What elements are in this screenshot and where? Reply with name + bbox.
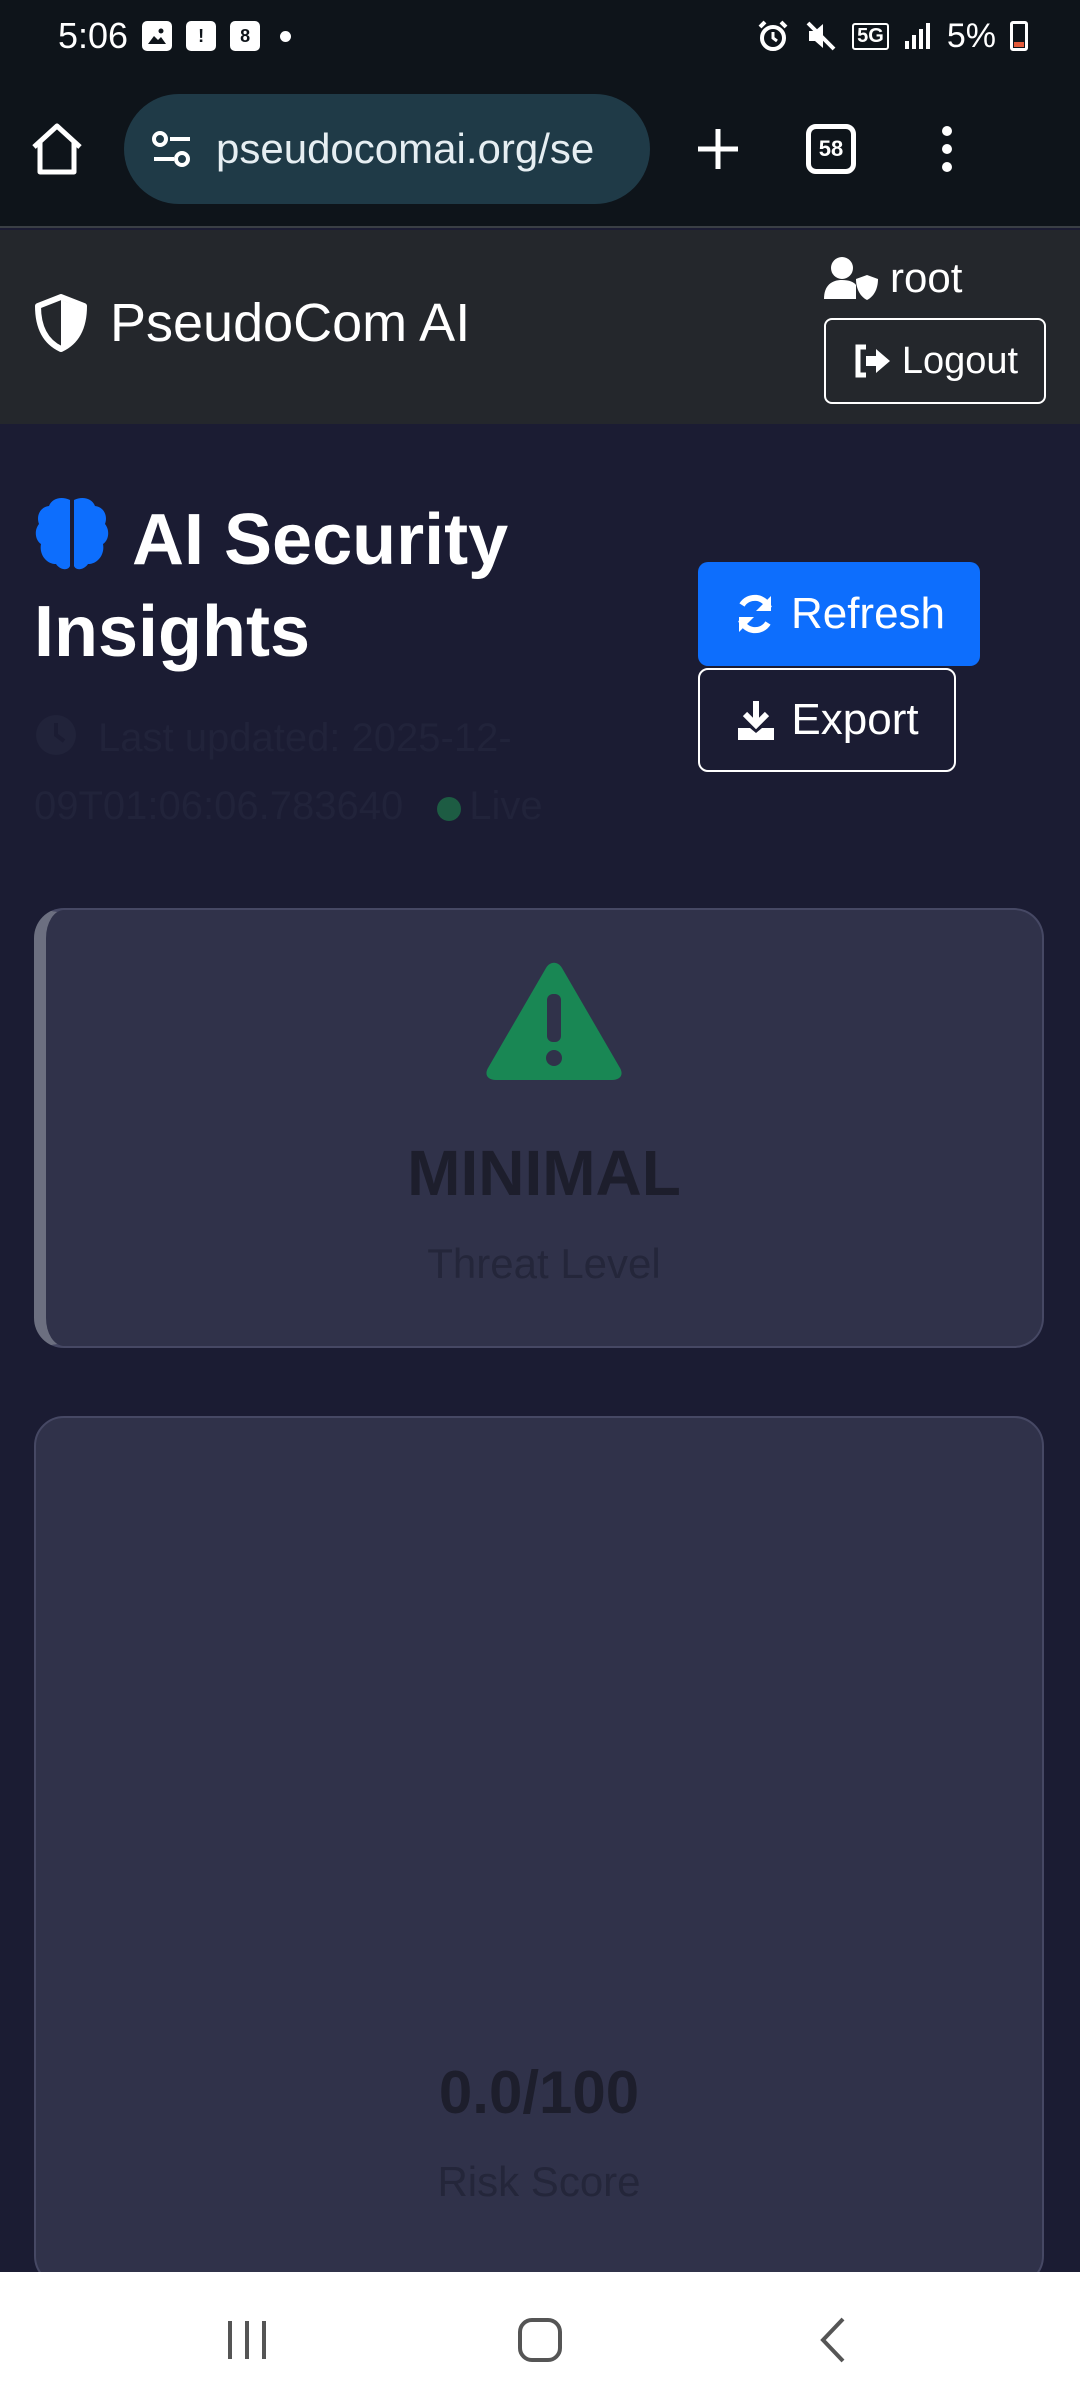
export-button[interactable]: Export xyxy=(698,668,956,772)
download-icon xyxy=(738,701,775,740)
address-bar[interactable]: pseudocomai.org/se xyxy=(124,94,650,204)
risk-score-label: Risk Score xyxy=(437,2158,641,2205)
home-nav-icon xyxy=(517,2318,562,2362)
site-settings-icon[interactable] xyxy=(150,129,194,169)
status-bar-left: 5:06 ! 8 xyxy=(58,15,292,57)
shield-halved-icon xyxy=(35,294,87,352)
main-content: AI Security Insights Refresh Export Last… xyxy=(0,424,1080,2286)
app-navbar: PseudoCom AI root Logout xyxy=(0,230,1080,424)
mute-icon xyxy=(806,21,836,51)
live-indicator-dot xyxy=(437,797,462,821)
username: root xyxy=(890,254,963,301)
network-type-label: 5G xyxy=(852,22,889,50)
brand-link[interactable]: PseudoCom AI xyxy=(34,292,470,354)
tab-switcher-button[interactable]: 58 xyxy=(806,124,856,174)
last-updated-text: Last updated: 2025-12-09T01:06:06.783640… xyxy=(34,704,634,840)
brain-icon xyxy=(35,498,109,570)
page-title: AI Security Insights xyxy=(34,494,654,678)
battery-icon xyxy=(1010,21,1028,51)
browser-menu-button[interactable] xyxy=(942,126,952,172)
risk-score-value: 0.0/100 xyxy=(438,2059,640,2126)
threat-level-label: Threat Level xyxy=(427,1240,661,1287)
home-nav-button[interactable] xyxy=(480,2295,600,2385)
clock-icon xyxy=(36,715,76,755)
alarm-icon xyxy=(758,20,788,51)
signal-icon xyxy=(904,23,930,49)
sync-icon xyxy=(738,594,772,634)
menu-dot-icon xyxy=(942,162,952,172)
logout-label: Logout xyxy=(901,339,1019,382)
back-button[interactable] xyxy=(773,2295,893,2385)
risk-score-card: 0.0/100 Risk Score xyxy=(34,1416,1044,2286)
menu-dot-icon xyxy=(942,126,952,136)
browser-toolbar: pseudocomai.org/se 58 xyxy=(0,72,1080,228)
back-icon xyxy=(820,2317,845,2363)
user-indicator: root xyxy=(822,254,962,302)
menu-dot-icon xyxy=(942,144,952,154)
triangle-exclamation-icon xyxy=(486,962,622,1080)
home-icon xyxy=(32,123,82,175)
alert-notification-icon: ! xyxy=(186,21,217,51)
recent-apps-icon xyxy=(227,2321,266,2359)
calendar-notification-icon: 8 xyxy=(230,21,261,51)
system-navigation-bar xyxy=(0,2272,1080,2408)
sign-out-icon xyxy=(855,344,890,378)
battery-percent: 5% xyxy=(946,16,996,55)
recent-apps-button[interactable] xyxy=(187,2295,307,2385)
plus-icon xyxy=(698,129,738,169)
more-notifications-dot-icon xyxy=(280,30,292,42)
refresh-label: Refresh xyxy=(790,589,946,638)
threat-level-card: MINIMAL Threat Level xyxy=(34,908,1044,1348)
logout-button[interactable]: Logout xyxy=(824,318,1046,404)
threat-level-value: MINIMAL xyxy=(407,1137,681,1209)
brand-name: PseudoCom AI xyxy=(110,293,471,353)
user-shield-icon xyxy=(824,257,878,300)
status-time: 5:06 xyxy=(58,15,129,56)
status-bar-right: 5G 5% xyxy=(756,17,1028,56)
refresh-button[interactable]: Refresh xyxy=(698,562,980,666)
export-label: Export xyxy=(791,695,919,744)
gallery-notification-icon xyxy=(142,21,173,51)
url-text: pseudocomai.org/se xyxy=(216,125,595,172)
home-button[interactable] xyxy=(28,121,86,177)
new-tab-button[interactable] xyxy=(694,125,742,173)
live-label: Live xyxy=(469,784,543,828)
status-bar: 5:06 ! 8 5G 5% xyxy=(0,0,1080,72)
